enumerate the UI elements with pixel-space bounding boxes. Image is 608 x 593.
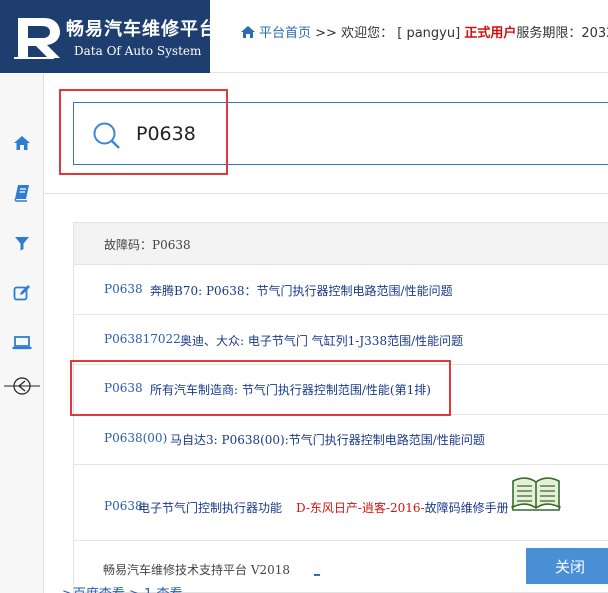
results-header: 故障码：P0638 [74,223,608,265]
breadcrumb: 平台首页 >> 欢迎您： [ pangyu] 正式用户服务期限：2032 [240,22,608,43]
result-row[interactable]: P063817022 奥迪、大众: 电子节气门 气缸列1-J338范围/性能问题 [74,315,608,365]
result-code[interactable]: P0638(00) [104,431,167,445]
footer-link[interactable]: _ [314,562,320,576]
service-date: 2032 [581,26,608,41]
row-highlight-box [70,360,451,416]
home-icon [14,136,30,150]
result-description[interactable]: 奔腾B70: P0638：节气门执行器控制电路范围/性能问题 [150,282,453,299]
book-icon [14,185,29,202]
result-row[interactable]: P0638 奔腾B70: P0638：节气门执行器控制电路范围/性能问题 [74,265,608,315]
transmission-icon [4,377,40,395]
breadcrumb-separator: >> [315,26,337,41]
service-label: 服务期限： [516,26,582,41]
sidebar-item-edit[interactable] [11,282,33,304]
result-description[interactable]: 奥迪、大众: 电子节气门 气缸列1-J338范围/性能问题 [180,332,463,349]
welcome-label: 欢迎您： [341,26,394,41]
sidebar-item-transmission[interactable] [4,375,40,397]
result-row[interactable]: P0638(00) 马自达3: P0638(00):节气门执行器控制电路范围/性… [74,415,608,465]
result-description[interactable]: 马自达3: P0638(00):节气门执行器控制电路范围/性能问题 [170,431,485,448]
sidebar-item-home[interactable] [11,132,33,154]
result-description[interactable]: 电子节气门控制执行器功能 D-东风日产-逍客-2016-故障码维修手册 [138,499,509,516]
top-header: 畅易汽车维修平台 Data Of Auto System 平台首页 >> 欢迎您… [0,0,608,73]
home-icon[interactable] [240,25,256,43]
logo-title: 畅易汽车维修平台 [66,19,218,40]
manual-vehicle[interactable]: D-东风日产-逍客-2016- [296,501,425,515]
open-book-icon[interactable] [511,475,561,511]
footer-platform-text: 畅易汽车维修技术支持平台 V2018 [103,563,291,577]
sidebar-item-computer[interactable] [11,332,33,354]
username: [ pangyu] [397,26,461,41]
filter-icon [15,237,29,251]
logo-r-icon [14,18,60,59]
result-code[interactable]: P0638 [104,499,143,513]
laptop-icon [12,336,32,350]
result-code[interactable]: P0638 [104,282,143,296]
sidebar [0,74,44,593]
search-highlight-box [59,89,228,175]
logo[interactable]: 畅易汽车维修平台 Data Of Auto System [0,0,217,73]
edit-icon [13,285,30,301]
result-code[interactable]: P063817022 [104,332,181,346]
sidebar-item-manual[interactable] [11,182,33,204]
logo-subtitle: Data Of Auto System [74,44,202,58]
bottom-links[interactable]: >百度查看 > 1 查看 [62,583,182,593]
user-type-badge: 正式用户 [464,26,517,41]
home-link[interactable]: 平台首页 [259,26,311,41]
fault-code-label: 故障码：P0638 [104,238,191,252]
sidebar-item-filter[interactable] [11,232,33,254]
close-button[interactable]: 关闭 [526,548,608,584]
